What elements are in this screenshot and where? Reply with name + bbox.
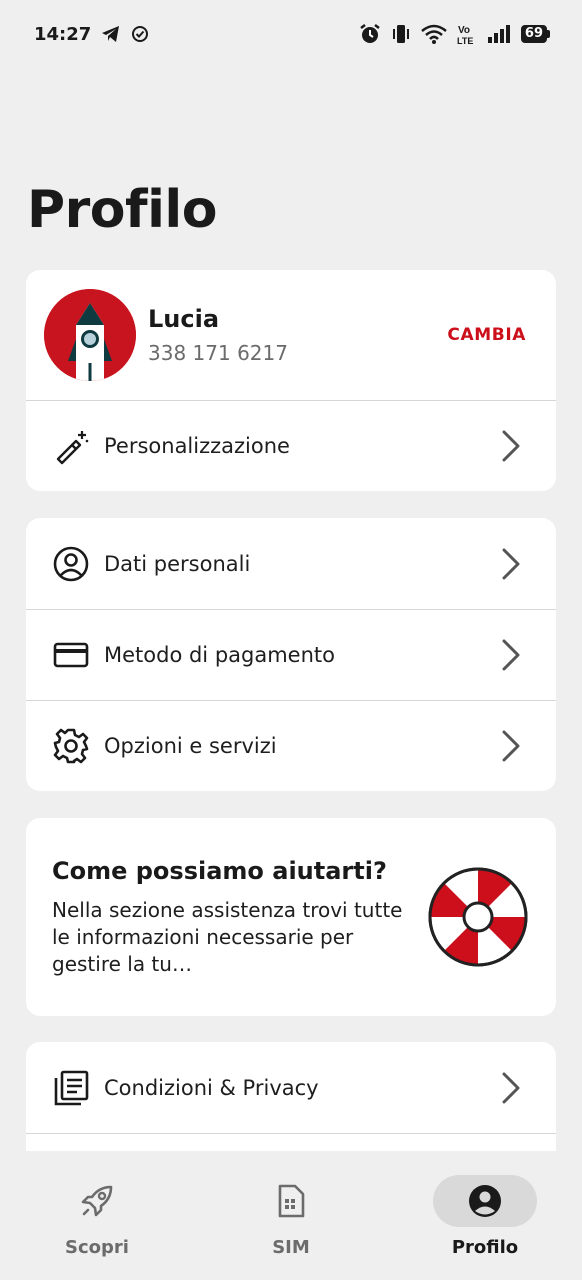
chevron-right-icon bbox=[502, 430, 520, 462]
menu-item-label: Metodo di pagamento bbox=[104, 643, 335, 667]
help-text: Come possiamo aiutarti? Nella sezione as… bbox=[52, 856, 406, 978]
wifi-icon bbox=[421, 24, 447, 44]
chevron-right-icon bbox=[502, 730, 520, 762]
nav-label: SIM bbox=[272, 1237, 310, 1258]
volte-icon: VoLTE bbox=[457, 25, 473, 45]
change-button[interactable]: CAMBIA bbox=[447, 325, 526, 345]
lifebuoy-icon bbox=[428, 867, 528, 967]
status-bar-left: 14:27 bbox=[34, 24, 149, 45]
chevron-right-icon bbox=[502, 548, 520, 579]
help-body: Nella sezione assistenza trovi tutte le … bbox=[52, 898, 403, 976]
rocket-avatar-icon bbox=[44, 289, 136, 381]
nav-item-sim[interactable]: SIM bbox=[194, 1151, 388, 1280]
svg-text:LTE: LTE bbox=[457, 36, 473, 45]
svg-text:Vo: Vo bbox=[458, 25, 470, 36]
user-circle-icon bbox=[52, 545, 90, 583]
page-title: Profilo bbox=[27, 180, 217, 240]
personalization-label: Personalizzazione bbox=[104, 434, 290, 458]
profile-text: Lucia 338 171 6217 bbox=[148, 305, 447, 365]
menu-item-label: Dati personali bbox=[104, 551, 251, 576]
magic-wand-icon bbox=[52, 427, 90, 465]
status-bar: 14:27 Vo LTE 69 bbox=[0, 0, 582, 68]
nav-label: Scopri bbox=[65, 1237, 129, 1258]
profile-card: Lucia 338 171 6217 CAMBIA Personalizzazi… bbox=[26, 270, 556, 491]
chevron-right-icon bbox=[502, 639, 520, 671]
chevron-right-icon bbox=[502, 1072, 520, 1103]
menu-item-label: Opzioni e servizi bbox=[104, 734, 277, 758]
telegram-icon bbox=[102, 26, 120, 42]
battery-level: 69 bbox=[520, 25, 547, 43]
vibrate-icon bbox=[392, 25, 409, 43]
signal-icon bbox=[487, 25, 510, 43]
profile-phone: 338 171 6217 bbox=[148, 341, 288, 365]
document-icon bbox=[52, 1069, 90, 1107]
personalization-row[interactable]: Personalizzazione bbox=[26, 400, 556, 491]
nav-label: Profilo bbox=[451, 1237, 519, 1258]
battery-icon: 69 bbox=[520, 25, 550, 43]
sim-card-icon bbox=[278, 1184, 305, 1218]
rocket-icon bbox=[81, 1185, 113, 1217]
avatar[interactable] bbox=[44, 289, 136, 381]
bottom-nav: Scopri SIM Profilo bbox=[0, 1151, 582, 1280]
profile-name: Lucia bbox=[148, 305, 220, 333]
menu-item-personal-data[interactable]: Dati personali bbox=[26, 518, 556, 609]
status-time: 14:27 bbox=[34, 23, 92, 45]
help-card[interactable]: Come possiamo aiutarti? Nella sezione as… bbox=[26, 818, 556, 1016]
status-bar-right: Vo LTE 69 bbox=[359, 23, 550, 45]
menu-item-payment-method[interactable]: Metodo di pagamento bbox=[26, 609, 556, 700]
alarm-icon bbox=[360, 24, 380, 43]
credit-card-icon bbox=[52, 636, 90, 674]
help-title: Come possiamo aiutarti? bbox=[52, 857, 387, 885]
nav-item-scopri[interactable]: Scopri bbox=[0, 1151, 194, 1280]
menu-item-label: Condizioni & Privacy bbox=[104, 1075, 319, 1100]
check-circle-icon bbox=[132, 26, 149, 42]
nav-item-profilo[interactable]: Profilo bbox=[388, 1151, 582, 1280]
profile-header: Lucia 338 171 6217 CAMBIA bbox=[26, 270, 556, 400]
gear-icon bbox=[52, 727, 90, 765]
menu-item-options-services[interactable]: Opzioni e servizi bbox=[26, 700, 556, 791]
menu-item-conditions-privacy[interactable]: Condizioni & Privacy bbox=[26, 1042, 556, 1133]
account-menu-card: Dati personali Metodo di pagamento Opzio… bbox=[26, 518, 556, 791]
account-icon bbox=[469, 1185, 501, 1217]
